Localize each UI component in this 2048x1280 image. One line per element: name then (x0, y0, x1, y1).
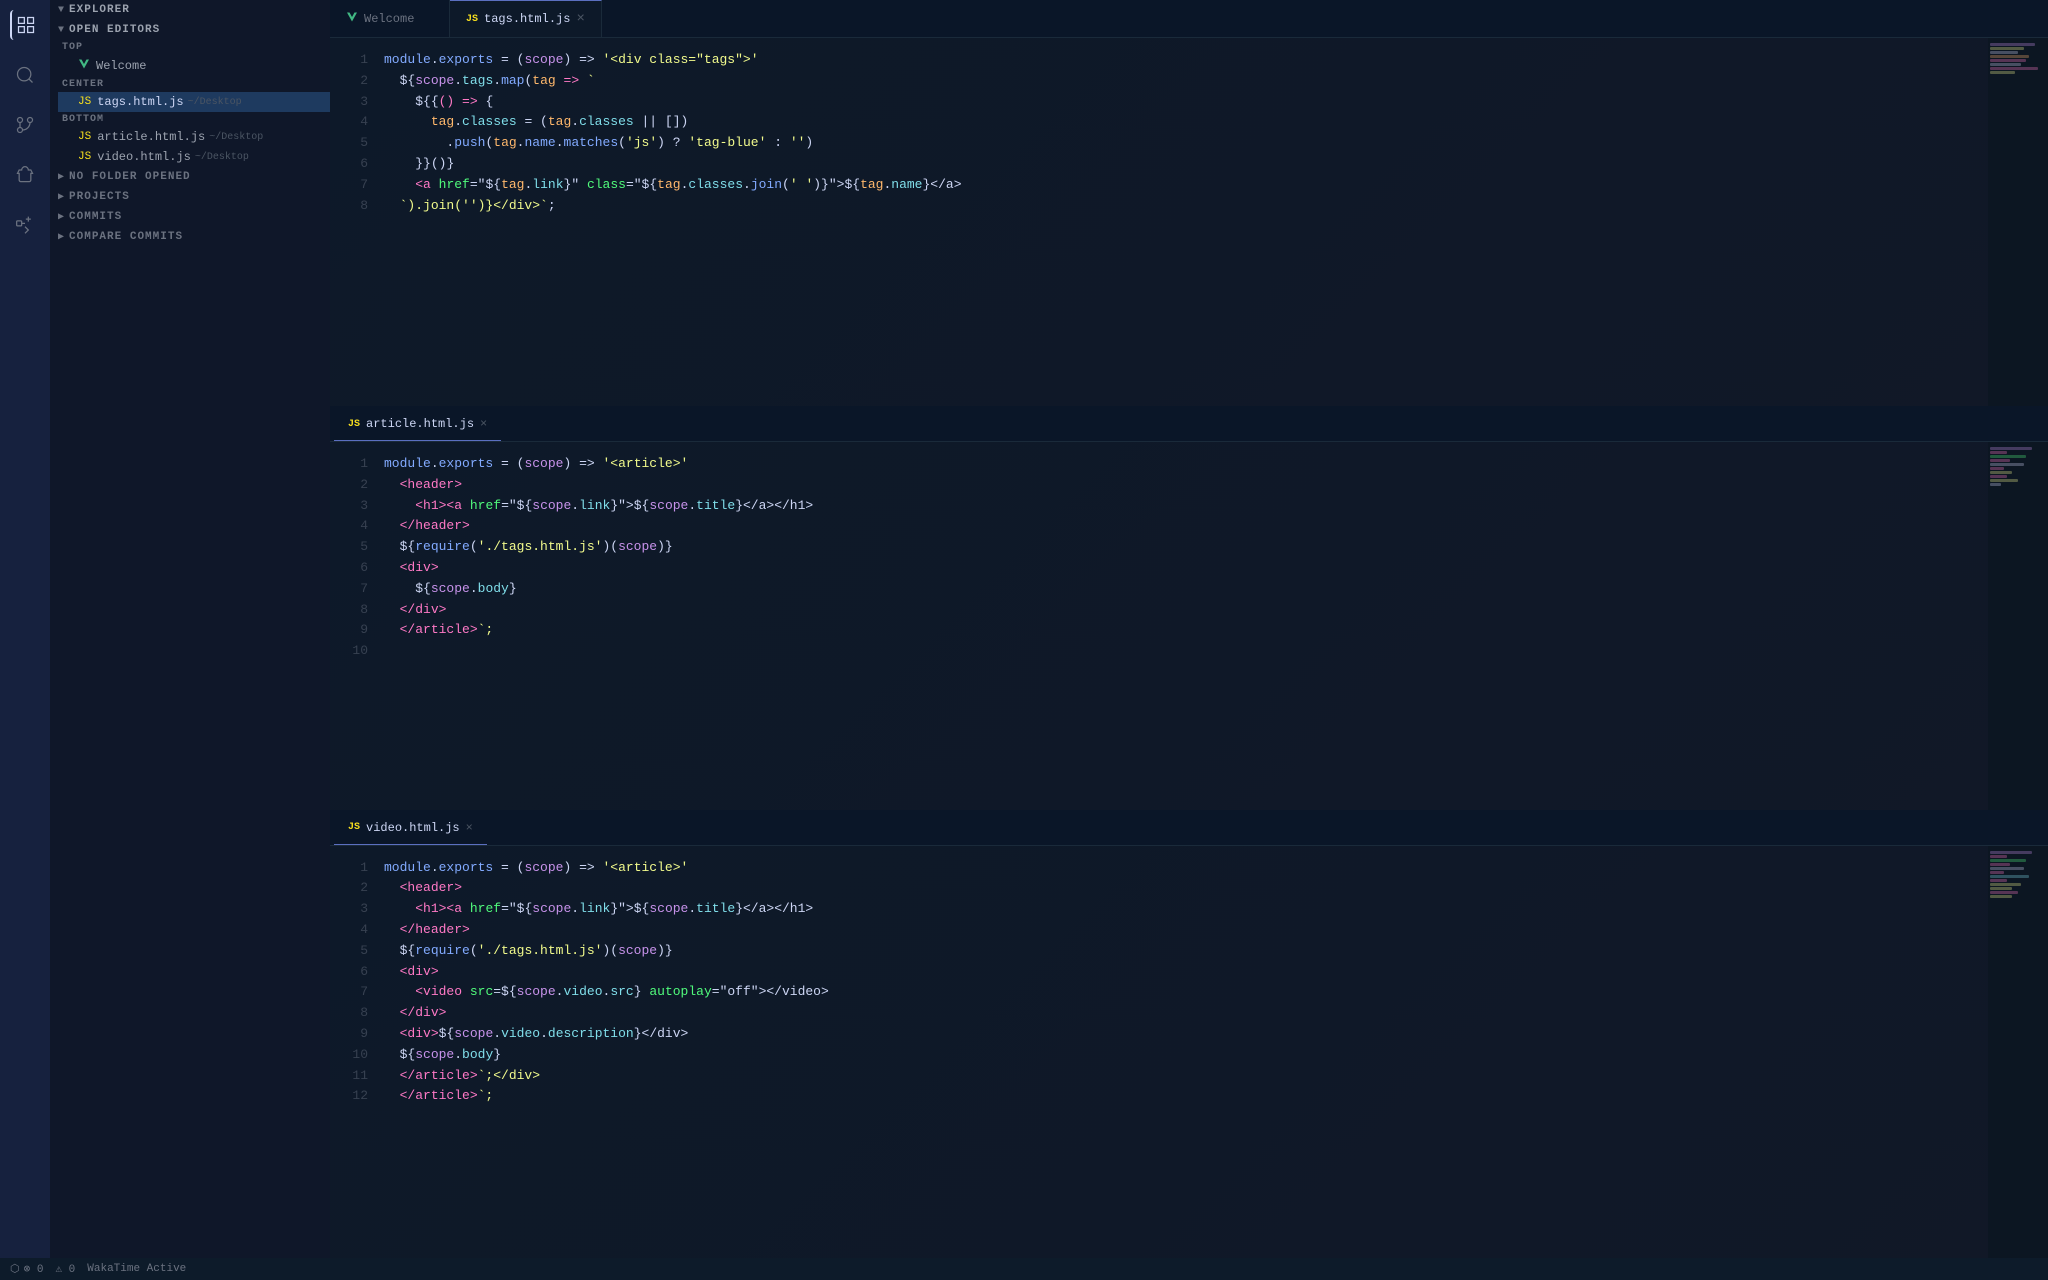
tags-line-numbers: 12345678 (330, 38, 380, 406)
video-line-numbers: 123456789101112 (330, 846, 380, 1280)
tags-code-area[interactable]: 12345678 module.exports = (scope) => '<d… (330, 38, 2048, 406)
open-editors-header[interactable]: ▼ OPEN EDITORS (50, 20, 330, 40)
welcome-file-name: Welcome (96, 59, 146, 73)
compare-commits-item[interactable]: ▶ COMPARE COMMITS (50, 227, 330, 247)
welcome-tab[interactable]: Welcome (330, 0, 450, 37)
tags-file-item[interactable]: JS tags.html.js ~/Desktop (58, 92, 330, 112)
tags-tab-close[interactable]: × (576, 11, 584, 27)
tags-tab-label: tags.html.js (484, 12, 570, 26)
commits-arrow: ▶ (58, 211, 65, 223)
extensions-icon[interactable] (10, 210, 40, 240)
center-group: CENTER JS tags.html.js ~/Desktop (50, 77, 330, 112)
article-panel-tab[interactable]: JS article.html.js × (334, 408, 501, 441)
video-tab-icon: JS (348, 822, 360, 833)
top-label: TOP (58, 40, 330, 55)
projects-label: PROJECTS (69, 191, 130, 203)
errors-count: ⊗ 0 (24, 1262, 44, 1276)
video-panel: JS video.html.js × 123456789101112 modul… (330, 812, 2048, 1280)
warnings-count: ⚠ 0 (55, 1262, 75, 1276)
tags-panel: 12345678 module.exports = (scope) => '<d… (330, 38, 2048, 408)
explorer-icon[interactable] (10, 10, 40, 40)
editor-area: Welcome JS tags.html.js × 12345678 modul… (330, 0, 2048, 1280)
welcome-file-item[interactable]: Welcome (58, 55, 330, 77)
tags-minimap (1988, 38, 2048, 406)
compare-commits-arrow: ▶ (58, 231, 65, 243)
source-control-icon[interactable] (10, 110, 40, 140)
article-tab-icon: JS (348, 419, 360, 430)
debug-icon[interactable] (10, 160, 40, 190)
editor-panels: 12345678 module.exports = (scope) => '<d… (330, 38, 2048, 1280)
warnings-status: ⚠ 0 (55, 1262, 75, 1276)
git-icon: ⬡ (10, 1262, 20, 1276)
projects-item[interactable]: ▶ PROJECTS (50, 187, 330, 207)
center-label: CENTER (58, 77, 330, 92)
explorer-label: EXPLORER (69, 4, 130, 16)
tags-file-icon: JS (78, 96, 91, 108)
top-group: TOP Welcome (50, 40, 330, 77)
tags-file-name: tags.html.js (97, 95, 183, 109)
compare-commits-label: COMPARE COMMITS (69, 231, 183, 243)
activity-bar (0, 0, 50, 1280)
bottom-label: BOTTOM (58, 112, 330, 127)
bottom-group: BOTTOM JS article.html.js ~/Desktop JS v… (50, 112, 330, 167)
tags-tab-icon: JS (466, 14, 478, 25)
article-file-icon: JS (78, 131, 91, 143)
video-tab-close[interactable]: × (466, 821, 473, 835)
explorer-header[interactable]: ▼ EXPLORER (50, 0, 330, 20)
open-editors-section: ▼ OPEN EDITORS TOP Welcome CENTER JS tag… (50, 20, 330, 167)
article-minimap (1988, 442, 2048, 810)
video-minimap (1988, 846, 2048, 1280)
status-bar: ⬡ ⊗ 0 ⚠ 0 WakaTime Active (0, 1258, 2048, 1280)
wakatime-label: WakaTime Active (87, 1263, 186, 1275)
tags-code-content: module.exports = (scope) => '<div class=… (380, 38, 1988, 406)
article-tab-label: article.html.js (366, 417, 474, 431)
tab-bar: Welcome JS tags.html.js × (330, 0, 2048, 38)
video-file-item[interactable]: JS video.html.js ~/Desktop (58, 147, 330, 167)
article-line-numbers: 12345678910 (330, 442, 380, 810)
no-folder-arrow: ▶ (58, 171, 65, 183)
video-tab-bar: JS video.html.js × (330, 812, 2048, 846)
tags-file-path: ~/Desktop (188, 97, 242, 108)
no-folder-item[interactable]: ▶ NO FOLDER OPENED (50, 167, 330, 187)
video-code-content: module.exports = (scope) => '<article>' … (380, 846, 1988, 1280)
article-tab-bar: JS article.html.js × (330, 408, 2048, 442)
article-file-item[interactable]: JS article.html.js ~/Desktop (58, 127, 330, 147)
video-file-name: video.html.js (97, 150, 191, 164)
welcome-tab-label: Welcome (364, 12, 414, 26)
tags-tab[interactable]: JS tags.html.js × (450, 0, 602, 37)
article-file-path: ~/Desktop (209, 132, 263, 143)
welcome-tab-icon (346, 11, 358, 27)
article-tab-close[interactable]: × (480, 417, 487, 431)
welcome-file-icon (78, 58, 90, 74)
wakatime-status: WakaTime Active (87, 1263, 186, 1275)
article-file-name: article.html.js (97, 130, 205, 144)
open-editors-label: OPEN EDITORS (69, 24, 160, 36)
projects-arrow: ▶ (58, 191, 65, 203)
search-icon[interactable] (10, 60, 40, 90)
git-status[interactable]: ⬡ ⊗ 0 (10, 1262, 43, 1276)
no-folder-label: NO FOLDER OPENED (69, 171, 191, 183)
video-code-area[interactable]: 123456789101112 module.exports = (scope)… (330, 846, 2048, 1280)
commits-item[interactable]: ▶ COMMITS (50, 207, 330, 227)
open-editors-arrow: ▼ (58, 25, 65, 36)
video-tab-label: video.html.js (366, 821, 460, 835)
article-panel: JS article.html.js × 12345678910 module.… (330, 408, 2048, 812)
sidebar: ▼ EXPLORER ▼ OPEN EDITORS TOP Welcome CE… (50, 0, 330, 1280)
video-file-path: ~/Desktop (195, 152, 249, 163)
explorer-arrow: ▼ (58, 5, 65, 16)
video-panel-tab[interactable]: JS video.html.js × (334, 812, 487, 845)
article-code-area[interactable]: 12345678910 module.exports = (scope) => … (330, 442, 2048, 810)
article-code-content: module.exports = (scope) => '<article>' … (380, 442, 1988, 810)
commits-label: COMMITS (69, 211, 122, 223)
video-file-icon: JS (78, 151, 91, 163)
